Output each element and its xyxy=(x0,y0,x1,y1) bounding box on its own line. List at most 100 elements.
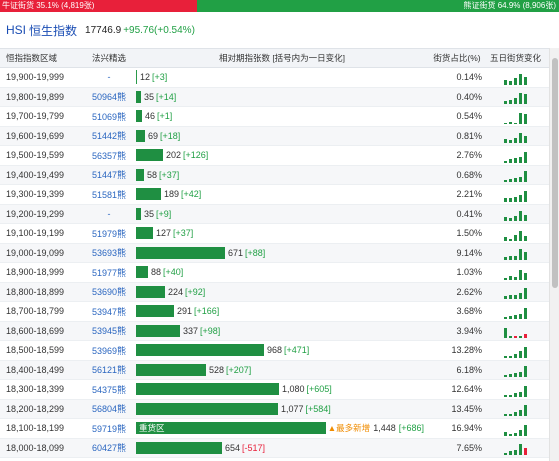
sparkline-bar xyxy=(514,450,517,455)
five-day-sparkline xyxy=(504,266,527,282)
table-row[interactable]: 19,900-19,999 - 12 [+3] 0.14% xyxy=(0,68,549,88)
sparkline-bar xyxy=(519,293,522,299)
warrant-link[interactable]: 54375熊 xyxy=(92,385,126,395)
share-cell: 0.14% xyxy=(456,72,482,83)
share-cell: 6.18% xyxy=(456,364,482,375)
warrant-link[interactable]: 56121熊 xyxy=(92,365,126,375)
quantity-delta: [+3] xyxy=(152,72,168,83)
index-change: +95.76(+0.54%) xyxy=(123,24,195,36)
sparkline-bar xyxy=(524,334,527,338)
five-day-sparkline xyxy=(504,305,527,321)
table-row[interactable]: 19,400-19,499 51447熊 58 [+37] 0.68% xyxy=(0,165,549,185)
warrant-link[interactable]: 53945熊 xyxy=(92,326,126,336)
five-day-trend-cell xyxy=(482,283,549,302)
warrant-link[interactable]: 53693熊 xyxy=(92,248,126,258)
table-row[interactable]: 19,200-19,299 - 35 [+9] 0.41% xyxy=(0,204,549,224)
quantity-bar xyxy=(136,227,153,240)
warrant-link[interactable]: 56357熊 xyxy=(92,151,126,161)
table-row[interactable]: 19,800-19,899 50964熊 35 [+14] 0.40% xyxy=(0,87,549,107)
sparkline-bar xyxy=(509,80,512,85)
share-cell: 2.21% xyxy=(456,189,482,200)
table-row[interactable]: 18,700-18,799 53947熊 291 [+166] 3.68% xyxy=(0,302,549,322)
col-header-warrant: 法兴精选 xyxy=(91,53,126,63)
table-body: 19,900-19,999 - 12 [+3] 0.14% 19,800-19,899 50… xyxy=(0,68,549,458)
quantity-delta: [+18] xyxy=(160,130,181,141)
warrant-link[interactable]: 51447熊 xyxy=(92,170,126,180)
warrant-cell: 60427熊 xyxy=(86,441,132,454)
warrant-link[interactable]: 53690熊 xyxy=(92,287,126,297)
quantity-value: 1,448 xyxy=(373,423,396,434)
range-cell: 18,400-18,499 xyxy=(6,364,65,375)
table-row[interactable]: 18,600-18,699 53945熊 337 [+98] 3.94% xyxy=(0,321,549,341)
table-row[interactable]: 18,100-18,199 59719熊 重货区 ▲最多新增 1,448 [+686] 16… xyxy=(0,419,549,439)
sparkline-bar xyxy=(509,451,512,455)
quantity-cell: 654 [-517] xyxy=(132,439,432,458)
table-row[interactable]: 18,500-18,599 53969熊 968 [+471] 13.28% xyxy=(0,341,549,361)
sparkline-bar xyxy=(514,138,517,143)
sparkline-bar xyxy=(514,314,517,319)
heavy-zone-label: 重货区 xyxy=(139,423,165,434)
warrant-link[interactable]: 51581熊 xyxy=(92,190,126,200)
warrant-link[interactable]: 51442熊 xyxy=(92,131,126,141)
five-day-sparkline xyxy=(504,129,527,145)
share-cell: 2.76% xyxy=(456,150,482,161)
warrant-link[interactable]: 51977熊 xyxy=(92,268,126,278)
warrant-link[interactable]: 53947熊 xyxy=(92,307,126,317)
quantity-delta: [+37] xyxy=(159,169,180,180)
range-cell: 18,500-18,599 xyxy=(6,345,65,356)
vertical-scrollbar[interactable] xyxy=(549,48,559,461)
sparkline-bar xyxy=(509,256,512,260)
sparkline-bar xyxy=(524,272,527,280)
warrant-link[interactable]: 60427熊 xyxy=(92,443,126,453)
warrant-cell: 53947熊 xyxy=(86,305,132,318)
sparkline-bar xyxy=(509,374,512,377)
five-day-trend-cell xyxy=(482,224,549,243)
quantity-value: 654 xyxy=(225,442,241,453)
quantity-cell: 88 [+40] xyxy=(132,263,432,282)
table-row[interactable]: 18,000-18,099 60427熊 654 [-517] 7.65% xyxy=(0,438,549,458)
table-row[interactable]: 18,400-18,499 56121熊 528 [+207] 6.18% xyxy=(0,360,549,380)
sparkline-bar xyxy=(514,276,517,280)
sparkline-bar xyxy=(519,133,522,143)
sparkline-bar xyxy=(519,391,522,397)
five-day-sparkline xyxy=(504,422,527,438)
sparkline-bar xyxy=(519,112,522,124)
table-row[interactable]: 19,500-19,599 56357熊 202 [+126] 2.76% xyxy=(0,146,549,166)
warrant-link[interactable]: 59719熊 xyxy=(92,424,126,434)
warrant-cell: 59719熊 xyxy=(86,422,132,435)
five-day-trend-cell xyxy=(482,146,549,165)
scrollbar-thumb[interactable] xyxy=(552,58,558,288)
sparkline-bar xyxy=(524,151,527,163)
sparkline-bar xyxy=(514,122,517,124)
table-row[interactable]: 19,600-19,699 51442熊 69 [+18] 0.81% xyxy=(0,126,549,146)
sparkline-bar xyxy=(519,313,522,319)
col-header-quantity: 相对期指张数 [括号内为一日变化] xyxy=(218,53,346,63)
table-row[interactable]: 19,300-19,399 51581熊 189 [+42] 2.21% xyxy=(0,185,549,205)
range-cell: 19,700-19,799 xyxy=(6,111,65,122)
warrant-link[interactable]: 51979熊 xyxy=(92,229,126,239)
warrant-cell: 51581熊 xyxy=(86,188,132,201)
table-row[interactable]: 19,700-19,799 51069熊 46 [+1] 0.54% xyxy=(0,107,549,127)
five-day-trend-cell xyxy=(482,127,549,146)
sparkline-bar xyxy=(524,405,527,416)
table-row[interactable]: 19,100-19,199 51979熊 127 [+37] 1.50% xyxy=(0,224,549,244)
sparkline-bar xyxy=(514,216,517,221)
warrant-link[interactable]: 53969熊 xyxy=(92,346,126,356)
table-row[interactable]: 19,000-19,099 53693熊 671 [+88] 9.14% xyxy=(0,243,549,263)
warrant-link[interactable]: 56804熊 xyxy=(92,404,126,414)
table-row[interactable]: 18,800-18,899 53690熊 224 [+92] 2.62% xyxy=(0,282,549,302)
sparkline-bar xyxy=(504,394,507,397)
sparkline-bar xyxy=(504,316,507,319)
table-row[interactable]: 18,300-18,399 54375熊 1,080 [+605] 12.64% xyxy=(0,380,549,400)
quantity-value: 88 xyxy=(151,267,162,278)
sparkline-bar xyxy=(514,336,517,338)
index-price: 17746.9 xyxy=(85,24,122,36)
sparkline-bar xyxy=(509,433,512,436)
table-row[interactable]: 18,200-18,299 56804熊 1,077 [+584] 13.45% xyxy=(0,399,549,419)
warrant-link[interactable]: 50964熊 xyxy=(92,92,126,102)
table-row[interactable]: 18,900-18,999 51977熊 88 [+40] 1.03% xyxy=(0,263,549,283)
warrant-link[interactable]: 51069熊 xyxy=(92,112,126,122)
quantity-bar xyxy=(136,246,225,259)
five-day-sparkline xyxy=(504,246,527,262)
range-cell: 18,900-18,999 xyxy=(6,267,65,278)
